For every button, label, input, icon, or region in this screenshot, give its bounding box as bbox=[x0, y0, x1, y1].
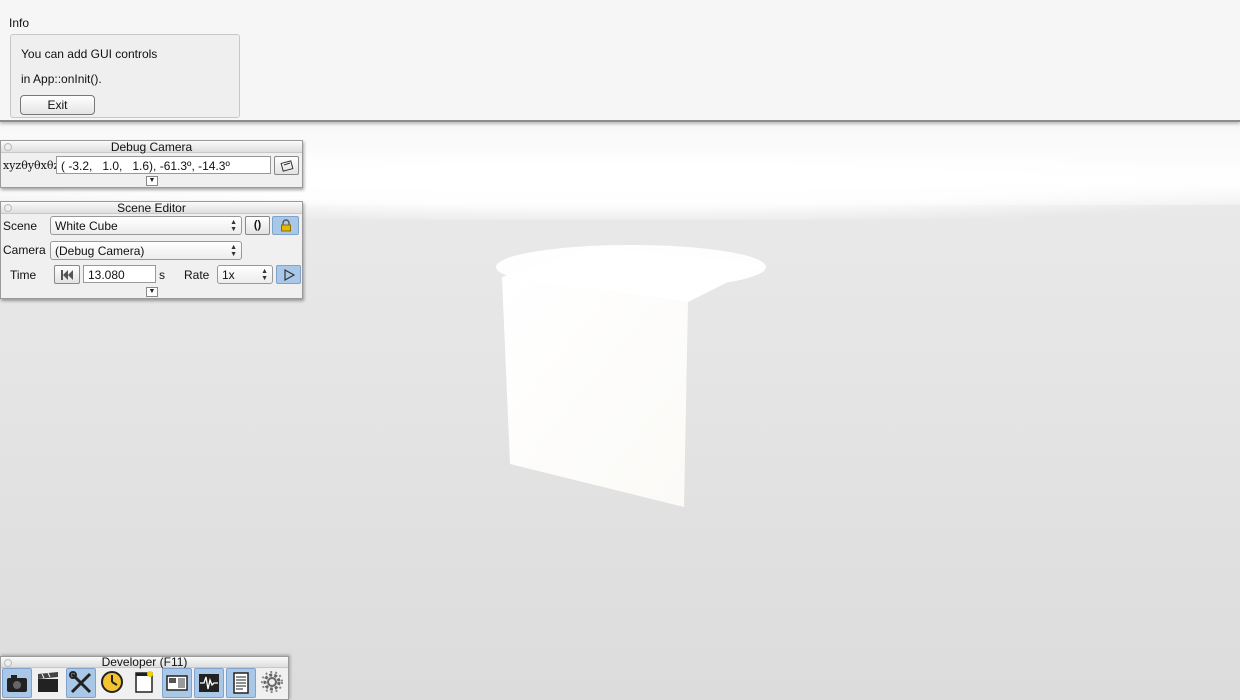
rate-dropdown-value: 1x bbox=[222, 268, 235, 282]
lock-button[interactable] bbox=[272, 216, 299, 235]
info-text-line-1: You can add GUI controls bbox=[21, 47, 158, 61]
settings-gear-icon bbox=[261, 671, 283, 693]
rewind-button[interactable] bbox=[54, 265, 80, 284]
tool-waveform-button[interactable] bbox=[194, 668, 224, 698]
exit-button[interactable]: Exit bbox=[20, 95, 95, 115]
tool-clapperboard-button[interactable] bbox=[34, 668, 64, 698]
tool-profiler-button[interactable] bbox=[98, 668, 128, 698]
white-cube bbox=[496, 245, 766, 507]
tool-window-button[interactable] bbox=[130, 668, 160, 698]
coordinate-label: xyzθyθxθz bbox=[3, 159, 60, 172]
scene-editor-title-text: Scene Editor bbox=[117, 201, 186, 215]
reload-icon: () bbox=[253, 219, 262, 231]
debug-camera-window: Debug Camera xyzθyθxθz ( -3.2, 1.0, 1.6)… bbox=[0, 140, 303, 188]
info-title: Info bbox=[9, 16, 30, 30]
rewind-icon bbox=[61, 270, 73, 280]
info-pane: You can add GUI controls in App::onInit(… bbox=[10, 34, 240, 118]
camera-label: Camera bbox=[3, 243, 46, 257]
camera-icon bbox=[7, 675, 27, 692]
updown-arrows-icon: ▲ ▼ bbox=[261, 268, 268, 282]
scene-editor-window: Scene Editor Scene White Cube ▲ ▼ () Came… bbox=[0, 201, 303, 299]
updown-arrows-icon: ▲ ▼ bbox=[230, 244, 237, 258]
debug-camera-title[interactable]: Debug Camera bbox=[1, 141, 302, 153]
tool-camera-button[interactable] bbox=[2, 668, 32, 698]
reload-scene-button[interactable]: () bbox=[245, 216, 270, 235]
time-input[interactable]: 13.080 bbox=[83, 265, 156, 283]
developer-title[interactable]: Developer (F11) bbox=[1, 655, 288, 669]
scene-dropdown-value: White Cube bbox=[55, 219, 118, 233]
scene-editor-title[interactable]: Scene Editor bbox=[1, 202, 302, 214]
scene-windows-icon bbox=[166, 675, 188, 691]
scene-dropdown[interactable]: White Cube ▲ ▼ bbox=[50, 216, 242, 235]
time-unit: s bbox=[159, 268, 165, 282]
scene-label: Scene bbox=[3, 219, 38, 233]
tool-scene-windows-button[interactable] bbox=[162, 668, 192, 698]
camera-dropdown-value: (Debug Camera) bbox=[55, 244, 145, 258]
tool-log-button[interactable] bbox=[226, 668, 256, 698]
updown-arrows-icon: ▲ ▼ bbox=[230, 219, 237, 233]
tool-gear-button[interactable] bbox=[258, 668, 288, 698]
expand-arrow-icon[interactable]: ▼ bbox=[146, 287, 158, 297]
window-icon bbox=[135, 671, 153, 693]
close-icon[interactable] bbox=[4, 143, 12, 151]
lock-icon bbox=[280, 219, 291, 232]
play-icon bbox=[283, 268, 295, 282]
play-button[interactable] bbox=[276, 265, 301, 284]
time-label: Time bbox=[10, 268, 37, 282]
copy-frame-button[interactable] bbox=[274, 156, 299, 175]
waveform-icon bbox=[199, 674, 219, 692]
close-icon[interactable] bbox=[4, 204, 12, 212]
clipboard-icon bbox=[280, 160, 293, 172]
info-text-line-2: in App::onInit(). bbox=[21, 72, 102, 86]
rate-dropdown[interactable]: 1x ▲ ▼ bbox=[217, 265, 273, 284]
rate-label: Rate bbox=[184, 268, 210, 282]
developer-title-text: Developer (F11) bbox=[101, 655, 188, 669]
developer-toolbar: Developer (F11) bbox=[0, 656, 289, 700]
tool-settings-button[interactable] bbox=[66, 668, 96, 698]
expand-arrow-icon[interactable]: ▼ bbox=[146, 176, 158, 186]
camera-dropdown[interactable]: (Debug Camera) ▲ ▼ bbox=[50, 241, 242, 260]
tools-icon bbox=[69, 671, 92, 694]
close-icon[interactable] bbox=[4, 659, 12, 667]
log-document-icon bbox=[233, 672, 249, 694]
debug-camera-title-text: Debug Camera bbox=[110, 140, 193, 154]
camera-frame-field[interactable]: ( -3.2, 1.0, 1.6), -61.3º, -14.3º bbox=[56, 156, 271, 174]
profiler-clock-icon bbox=[101, 671, 123, 693]
info-window: Info You can add GUI controls in App::on… bbox=[0, 0, 1240, 122]
clapperboard-icon bbox=[38, 672, 58, 692]
